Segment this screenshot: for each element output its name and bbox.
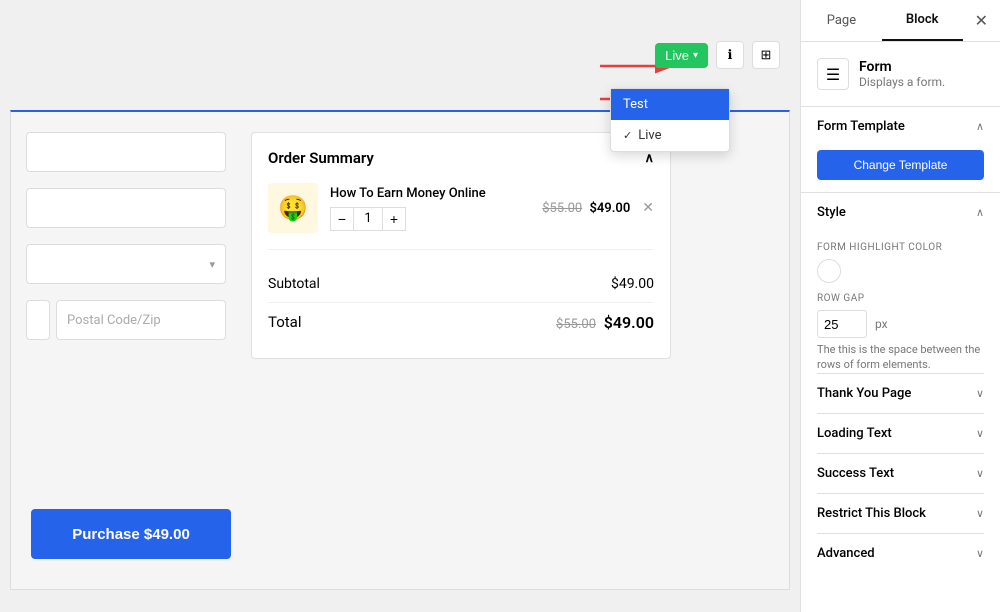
highlight-color-label: FORM HIGHLIGHT COLOR xyxy=(817,242,984,253)
product-price: $55.00 $49.00 xyxy=(542,201,630,216)
product-emoji: 🤑 xyxy=(278,194,308,222)
subtotal-label: Subtotal xyxy=(268,276,320,292)
restrict-block-section: Restrict This Block ∨ xyxy=(817,493,984,533)
live-label: Live xyxy=(665,48,689,63)
row-gap-input[interactable] xyxy=(817,310,867,338)
thank-you-header[interactable]: Thank You Page ∨ xyxy=(817,374,984,413)
qty-value: 1 xyxy=(354,207,382,231)
dropdown-test-item[interactable]: Test xyxy=(611,89,729,120)
form-content-area: ▾ Postal Code/Zip Order Summary ∧ 🤑 xyxy=(10,110,790,590)
country-code-field[interactable] xyxy=(26,300,50,340)
success-text-section: Success Text ∨ xyxy=(817,453,984,493)
success-text-chevron-icon: ∨ xyxy=(976,467,984,480)
success-text-header[interactable]: Success Text ∨ xyxy=(817,454,984,493)
thank-you-label: Thank You Page xyxy=(817,386,911,401)
advanced-label: Advanced xyxy=(817,546,875,561)
total-label: Total xyxy=(268,313,302,332)
dropdown-live-item[interactable]: ✓ Live xyxy=(611,120,729,151)
subtotal-value: $49.00 xyxy=(611,276,654,292)
settings-icon-button[interactable]: ⊞ xyxy=(752,41,780,69)
purchase-button[interactable]: Purchase $49.00 xyxy=(31,509,231,559)
success-text-label: Success Text xyxy=(817,466,894,481)
block-title: Form xyxy=(859,59,945,75)
style-chevron-icon: ∧ xyxy=(976,206,984,219)
highlight-color-row xyxy=(817,259,984,283)
subtotal-row: Subtotal $49.00 xyxy=(268,266,654,303)
row-gap-hint: The this is the space between the rows o… xyxy=(817,342,984,373)
order-summary-chevron-icon: ∧ xyxy=(644,151,654,166)
select-chevron-icon: ▾ xyxy=(209,258,215,271)
thank-you-section: Thank You Page ∨ xyxy=(817,373,984,413)
input-field-1[interactable] xyxy=(26,132,226,172)
qty-increase-button[interactable]: + xyxy=(382,207,406,231)
loading-text-chevron-icon: ∨ xyxy=(976,427,984,440)
style-section: Style ∧ FORM HIGHLIGHT COLOR ROW GAP px … xyxy=(817,193,984,373)
row-gap-label: ROW GAP xyxy=(817,293,984,304)
total-new-price: $49.00 xyxy=(604,313,654,332)
qty-decrease-button[interactable]: − xyxy=(330,207,354,231)
product-info: How To Earn Money Online − 1 + xyxy=(330,186,530,231)
style-section-header[interactable]: Style ∧ xyxy=(817,193,984,232)
live-label-dropdown: Live xyxy=(638,128,661,143)
advanced-chevron-icon: ∨ xyxy=(976,547,984,560)
restrict-block-chevron-icon: ∨ xyxy=(976,507,984,520)
thank-you-chevron-icon: ∨ xyxy=(976,387,984,400)
input-fields-column: ▾ Postal Code/Zip xyxy=(26,132,226,340)
style-label: Style xyxy=(817,205,846,220)
row-gap-row: px xyxy=(817,310,984,338)
tab-block[interactable]: Block xyxy=(882,0,963,41)
sidebar-content: ☰ Form Displays a form. Form Template ∧ … xyxy=(801,42,1000,612)
total-old-price: $55.00 xyxy=(556,317,596,332)
product-name: How To Earn Money Online xyxy=(330,186,530,201)
advanced-section: Advanced ∨ xyxy=(817,533,984,573)
remove-item-button[interactable]: ✕ xyxy=(642,200,654,216)
form-template-chevron-icon: ∧ xyxy=(976,120,984,133)
order-item-row: 🤑 How To Earn Money Online − 1 + $55.00 … xyxy=(268,183,654,250)
block-description: Displays a form. xyxy=(859,75,945,89)
change-template-button[interactable]: Change Template xyxy=(817,150,984,180)
order-summary-header: Order Summary ∧ xyxy=(268,149,654,167)
postal-row: Postal Code/Zip xyxy=(26,300,226,340)
chevron-down-icon: ▾ xyxy=(693,50,698,61)
loading-text-section: Loading Text ∨ xyxy=(817,413,984,453)
input-field-2[interactable] xyxy=(26,188,226,228)
order-summary-box: Order Summary ∧ 🤑 How To Earn Money Onli… xyxy=(251,132,671,359)
checkmark-icon: ✓ xyxy=(623,129,632,142)
quantity-controls: − 1 + xyxy=(330,207,530,231)
close-sidebar-button[interactable]: ✕ xyxy=(963,3,1000,38)
total-row: Total $55.00 $49.00 xyxy=(268,303,654,342)
block-info: ☰ Form Displays a form. xyxy=(817,58,984,90)
row-gap-unit: px xyxy=(875,317,888,331)
tab-page[interactable]: Page xyxy=(801,1,882,40)
form-template-label: Form Template xyxy=(817,119,905,134)
template-dropdown: Test ✓ Live xyxy=(610,88,730,152)
test-label: Test xyxy=(623,97,648,112)
sidebar-tabs: Page Block ✕ xyxy=(801,0,1000,42)
color-picker-circle[interactable] xyxy=(817,259,841,283)
live-dropdown-button[interactable]: Live ▾ xyxy=(655,43,708,68)
loading-text-header[interactable]: Loading Text ∨ xyxy=(817,414,984,453)
sidebar-panel: Page Block ✕ ☰ Form Displays a form. For… xyxy=(800,0,1000,612)
form-template-header[interactable]: Form Template ∧ xyxy=(817,107,984,146)
info-icon-button[interactable]: ℹ xyxy=(716,41,744,69)
input-field-select[interactable]: ▾ xyxy=(26,244,226,284)
form-template-section: Form Template ∧ Change Template xyxy=(817,107,984,192)
advanced-header[interactable]: Advanced ∨ xyxy=(817,534,984,573)
product-thumbnail: 🤑 xyxy=(268,183,318,233)
form-block-icon: ☰ xyxy=(817,58,849,90)
postal-code-input[interactable]: Postal Code/Zip xyxy=(56,300,226,340)
restrict-block-label: Restrict This Block xyxy=(817,506,926,521)
product-old-price: $55.00 xyxy=(542,201,582,216)
total-price: $55.00 $49.00 xyxy=(556,313,654,332)
loading-text-label: Loading Text xyxy=(817,426,892,441)
restrict-block-header[interactable]: Restrict This Block ∨ xyxy=(817,494,984,533)
block-info-text: Form Displays a form. xyxy=(859,59,945,89)
product-new-price: $49.00 xyxy=(589,201,630,216)
